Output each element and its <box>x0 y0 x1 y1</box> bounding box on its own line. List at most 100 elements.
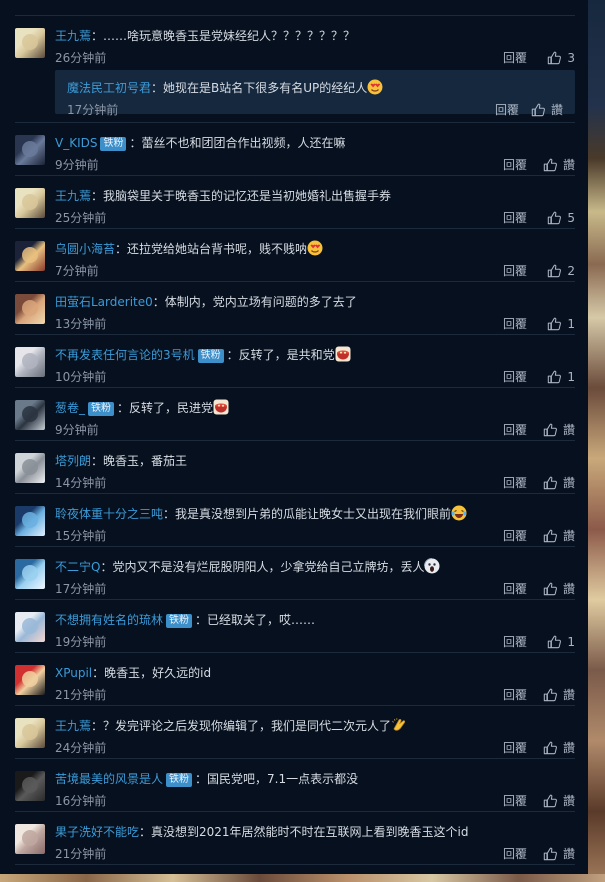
reply-username[interactable]: 魔法民工初号君 <box>67 81 151 95</box>
previous-like-button[interactable] <box>531 0 545 6</box>
user-avatar[interactable] <box>15 824 45 854</box>
user-avatar[interactable] <box>15 665 45 695</box>
user-avatar[interactable] <box>15 771 45 801</box>
reply-button[interactable]: 回覆 <box>503 633 527 651</box>
thumbs-up-icon <box>543 529 557 543</box>
like-count: 2 <box>567 264 575 278</box>
user-avatar[interactable] <box>15 294 45 324</box>
comment-time: 25分钟前 <box>55 211 107 225</box>
comment-username[interactable]: XPupil <box>55 666 92 680</box>
like-button[interactable]: 讚 <box>543 844 575 864</box>
like-count: 讚 <box>562 158 575 172</box>
fan-badge: 铁粉 <box>197 349 224 363</box>
like-button[interactable]: 讚 <box>543 155 575 175</box>
user-avatar[interactable] <box>15 453 45 483</box>
like-button[interactable]: 讚 <box>543 738 575 758</box>
reply-button[interactable]: 回覆 <box>503 686 527 704</box>
comment-username[interactable]: 葱卷_ <box>55 401 85 415</box>
comment-username[interactable]: 塔列朗 <box>55 454 91 468</box>
like-button[interactable]: 讚 <box>543 579 575 599</box>
user-avatar[interactable] <box>15 28 45 58</box>
fan-badge: 铁粉 <box>100 137 127 151</box>
comment-content: XPupil：晚香玉，好久远的id <box>55 663 575 683</box>
like-button[interactable]: 讚 <box>543 685 575 705</box>
thumbs-up-icon <box>547 370 561 384</box>
reply-button[interactable]: 回覆 <box>503 209 527 227</box>
thumbs-up-icon <box>547 51 561 65</box>
comment-username[interactable]: 不想拥有姓名的琉林 <box>55 613 163 627</box>
like-button[interactable]: 讚 <box>543 526 575 546</box>
comment-content: 王九蔫：……啥玩意晚香玉是党妹经纪人？？？？？？？ <box>55 26 575 46</box>
comment-time: 19分钟前 <box>55 635 107 649</box>
scream-emoji-icon <box>424 558 440 574</box>
reply-button[interactable]: 回覆 <box>503 845 527 863</box>
comment-content: 聆夜体重十分之三吨：我是真没想到片弟的瓜能让晚女士又出现在我们眼前 <box>55 504 575 524</box>
like-button[interactable]: 1 <box>547 367 575 387</box>
like-button[interactable]: 1 <box>547 314 575 334</box>
comment-panel: 王九蔫：……啥玩意晚香玉是党妹经纪人？？？？？？？ 26分钟前 回覆 3 魔法民工初号君… <box>0 0 588 874</box>
reply-button[interactable]: 回覆 <box>503 262 527 280</box>
reply-button[interactable]: 回覆 <box>503 580 527 598</box>
thumbs-up-icon <box>543 476 557 490</box>
like-button[interactable]: 讚 <box>543 420 575 440</box>
like-button[interactable]: 5 <box>547 208 575 228</box>
comment-username[interactable]: 不二宁Q <box>55 560 100 574</box>
reply-button[interactable]: 回覆 <box>503 421 527 439</box>
reply-button[interactable]: 回覆 <box>503 315 527 333</box>
reply-button[interactable]: 回覆 <box>495 101 519 119</box>
comment-content: 果子洗好不能吃：真没想到2021年居然能时不时在互联网上看到晚香玉这个id <box>55 822 575 842</box>
comment-text: ：已经取关了，哎…… <box>195 613 316 627</box>
comment-item: 不想拥有姓名的琉林 铁粉 ：已经取关了，哎…… 19分钟前 回覆 1 <box>15 600 575 653</box>
comment-username[interactable]: V_KIDS <box>55 136 97 150</box>
user-avatar[interactable] <box>15 347 45 377</box>
reply-button[interactable]: 回覆 <box>503 739 527 757</box>
thumbs-up-icon <box>543 423 557 437</box>
reply-button[interactable]: 回覆 <box>503 792 527 810</box>
comment-time: 7分钟前 <box>55 264 99 278</box>
comment-time: 10分钟前 <box>55 370 107 384</box>
like-button[interactable]: 讚 <box>531 100 563 120</box>
comment-username[interactable]: 王九蔫 <box>55 719 91 733</box>
user-avatar[interactable] <box>15 188 45 218</box>
reply-button[interactable]: 回覆 <box>503 527 527 545</box>
comment-username[interactable]: 聆夜体重十分之三吨 <box>55 507 163 521</box>
reply-button[interactable]: 回覆 <box>503 49 527 67</box>
user-avatar[interactable] <box>15 718 45 748</box>
comment-item: 葱卷_ 铁粉 ：反转了，民进党 9分钟前 回覆 讚 <box>15 388 575 441</box>
comment-username[interactable]: 不再发表任何言论的3号机 <box>55 348 195 362</box>
like-button[interactable]: 2 <box>547 261 575 281</box>
reply-button[interactable]: 回覆 <box>503 368 527 386</box>
previous-reply-button[interactable] <box>477 0 503 6</box>
user-avatar[interactable] <box>15 612 45 642</box>
like-button[interactable]: 3 <box>547 48 575 68</box>
user-avatar[interactable] <box>15 241 45 271</box>
like-button[interactable]: 1 <box>547 632 575 652</box>
like-count: 讚 <box>562 794 575 808</box>
like-count: 讚 <box>562 529 575 543</box>
reply-button[interactable]: 回覆 <box>503 474 527 492</box>
comment-username[interactable]: 苦境最美的风景是人 <box>55 772 163 786</box>
comment-content: 葱卷_ 铁粉 ：反转了，民进党 <box>55 398 575 418</box>
thumbs-up-icon <box>543 847 557 861</box>
user-avatar[interactable] <box>15 559 45 589</box>
comment-username[interactable]: 王九蔫 <box>55 29 91 43</box>
comment-username[interactable]: 田萤石Larderite0 <box>55 295 153 309</box>
comment-item: 不二宁Q：党内又不是没有烂屁股阴阳人，少拿党给自己立牌坊，丢人 17分钟前 回覆 讚 <box>15 547 575 600</box>
reply-button[interactable]: 回覆 <box>503 156 527 174</box>
comment-username[interactable]: 王九蔫 <box>55 189 91 203</box>
comment-item: 王九蔫：……啥玩意晚香玉是党妹经纪人？？？？？？？ 26分钟前 回覆 3 魔法民工初号君… <box>15 16 575 123</box>
like-button[interactable]: 讚 <box>543 791 575 811</box>
user-avatar[interactable] <box>15 135 45 165</box>
comment-username[interactable]: 乌圆小海苔 <box>55 242 115 256</box>
comment-username[interactable]: 果子洗好不能吃 <box>55 825 139 839</box>
comment-content: 不再发表任何言论的3号机 铁粉 ：反转了，是共和党 <box>55 345 575 365</box>
user-avatar[interactable] <box>15 400 45 430</box>
like-count: 1 <box>567 635 575 649</box>
user-avatar[interactable] <box>15 506 45 536</box>
thumbs-up-icon <box>543 582 557 596</box>
bowl-emoji-icon <box>335 346 351 362</box>
comment-item: 乌圆小海苔：还拉党给她站台背书呢，贱不贱呐 7分钟前 回覆 2 <box>15 229 575 282</box>
like-button[interactable]: 讚 <box>543 473 575 493</box>
comment-content: 苦境最美的风景是人 铁粉 ：国民党吧，7.1一点表示都没 <box>55 769 575 789</box>
thumbs-up-icon <box>543 688 557 702</box>
